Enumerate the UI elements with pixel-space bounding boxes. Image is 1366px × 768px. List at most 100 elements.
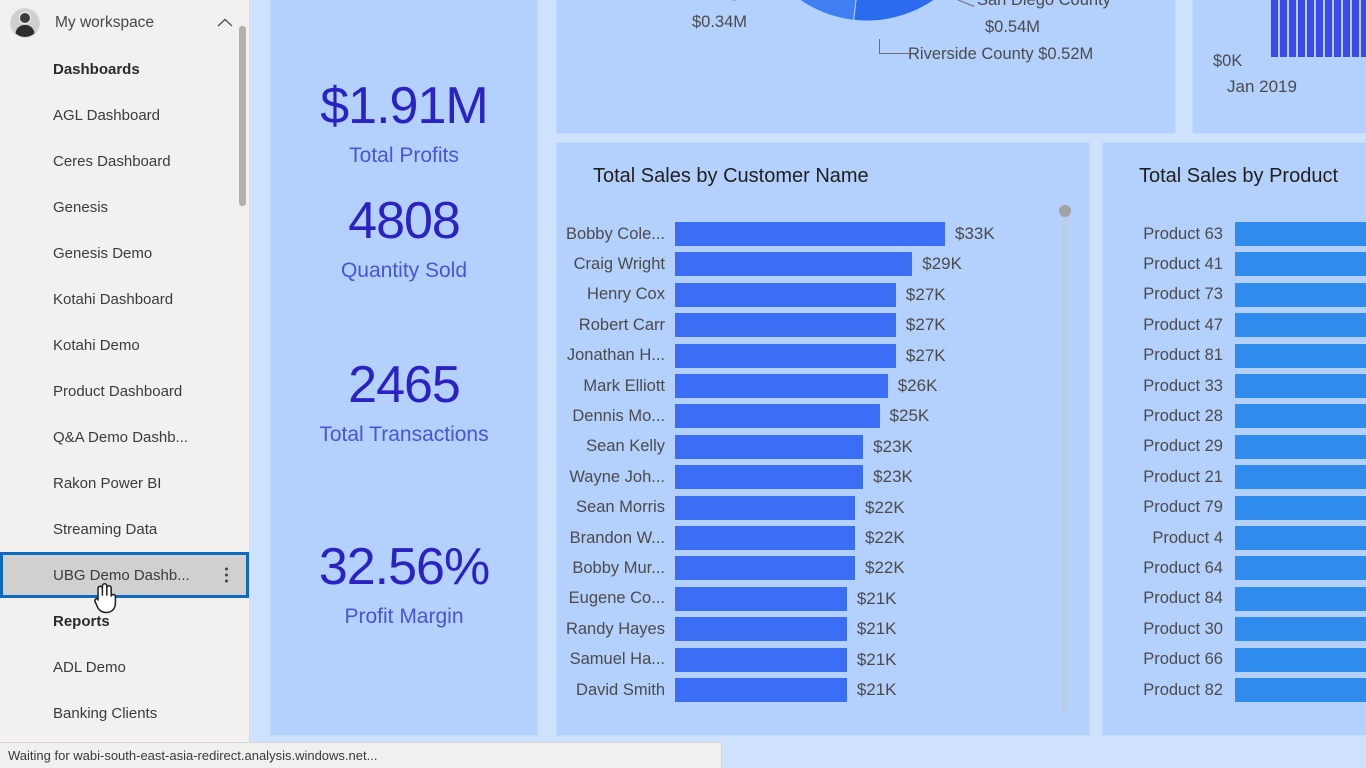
bar[interactable] <box>1235 282 1366 307</box>
bar[interactable] <box>1235 404 1366 429</box>
sidebar-item-genesis-demo[interactable]: Genesis Demo <box>0 230 249 276</box>
bar-row[interactable]: Henry Cox $27K <box>557 280 1089 310</box>
bar-row[interactable]: Sean Kelly $23K <box>557 432 1089 462</box>
bar[interactable] <box>675 282 896 307</box>
sales-over-time-tile[interactable]: $0K Jan 2019 <box>1192 0 1366 134</box>
bar-row[interactable]: Bobby Mur... $22K <box>557 553 1089 583</box>
sales-by-county-donut-tile[interactable]: $0.25M Santa Cl... $0.24M Ventura ... $0… <box>556 0 1176 134</box>
donut-slice[interactable] <box>770 0 859 21</box>
scrollbar-knob[interactable] <box>1059 205 1071 217</box>
bar-row[interactable]: Sean Morris $22K <box>557 493 1089 523</box>
bar-row[interactable]: Product 21 <box>1103 462 1366 492</box>
bar[interactable] <box>675 252 913 277</box>
donut-slice[interactable] <box>853 0 958 22</box>
column-bar[interactable] <box>1352 0 1359 57</box>
bar[interactable] <box>675 465 864 490</box>
bar[interactable] <box>675 374 888 398</box>
bar[interactable] <box>1235 465 1366 490</box>
kpi-tile[interactable]: $1.91M Total Profits 4808 Quantity Sold … <box>270 0 538 736</box>
bar[interactable] <box>1235 343 1366 368</box>
bar[interactable] <box>675 313 896 338</box>
bar-row[interactable]: Craig Wright $29K <box>557 249 1089 279</box>
sidebar-item-adl-demo[interactable]: ADL Demo <box>0 644 249 690</box>
column-bar[interactable] <box>1361 0 1366 57</box>
bar-row[interactable]: Eugene Co... $21K <box>557 584 1089 614</box>
sidebar-item-agl-dashboard[interactable]: AGL Dashboard <box>0 92 249 138</box>
bar-row[interactable]: Randy Hayes $21K <box>557 614 1089 644</box>
bar-row[interactable]: Product 81 <box>1103 341 1366 371</box>
bar[interactable] <box>1235 647 1366 672</box>
sidebar-item-rakon-power-bi[interactable]: Rakon Power BI <box>0 460 249 506</box>
bar-row[interactable]: Product 4 <box>1103 523 1366 553</box>
sidebar-item-kotahi-demo[interactable]: Kotahi Demo <box>0 322 249 368</box>
column-bar[interactable] <box>1280 0 1287 57</box>
column-bar[interactable] <box>1307 0 1314 57</box>
column-bar[interactable] <box>1343 0 1350 57</box>
bar[interactable] <box>1235 617 1366 642</box>
donut-chart[interactable] <box>707 0 1027 134</box>
bar[interactable] <box>675 404 880 429</box>
bar-row[interactable]: Product 47 <box>1103 310 1366 340</box>
column-bar[interactable] <box>1289 0 1296 57</box>
bar-row[interactable]: Product 30 <box>1103 614 1366 644</box>
column-bar[interactable] <box>1325 0 1332 57</box>
bar[interactable] <box>1235 495 1366 520</box>
bar-row[interactable]: Product 63 <box>1103 219 1366 249</box>
bar-row[interactable]: Product 29 <box>1103 432 1366 462</box>
sidebar-item-product-dashboard[interactable]: Product Dashboard <box>0 368 249 414</box>
bar-row[interactable]: Samuel Ha... $21K <box>557 645 1089 675</box>
bar-row[interactable]: Product 73 <box>1103 280 1366 310</box>
bar-row[interactable]: Dennis Mo... $25K <box>557 401 1089 431</box>
bar-row[interactable]: Mark Elliott $26K <box>557 371 1089 401</box>
bar[interactable] <box>675 678 847 702</box>
bar[interactable] <box>675 434 864 459</box>
bar[interactable] <box>675 647 847 672</box>
bar-row[interactable]: Product 66 <box>1103 645 1366 675</box>
bar-row[interactable]: Product 33 <box>1103 371 1366 401</box>
customer-chart-scrollbar[interactable] <box>1059 205 1071 713</box>
bar-row[interactable]: Jonathan H... $27K <box>557 341 1089 371</box>
column-chart-bars[interactable] <box>1271 0 1366 57</box>
sidebar-item-kotahi-dashboard[interactable]: Kotahi Dashboard <box>0 276 249 322</box>
total-sales-by-customer-tile[interactable]: Total Sales by Customer Name Bobby Cole.… <box>556 142 1090 736</box>
workspace-header[interactable]: My workspace <box>0 0 249 46</box>
bar-row[interactable]: Bobby Cole... $33K <box>557 219 1089 249</box>
bar[interactable] <box>1235 586 1366 611</box>
bar-row[interactable]: Product 82 <box>1103 675 1366 705</box>
bar-row[interactable]: Product 84 <box>1103 584 1366 614</box>
bar[interactable] <box>675 617 847 642</box>
bar-row[interactable]: David Smith $21K <box>557 675 1089 705</box>
bar[interactable] <box>1235 526 1366 550</box>
column-bar[interactable] <box>1298 0 1305 57</box>
bar[interactable] <box>1235 678 1366 702</box>
column-bar[interactable] <box>1316 0 1323 57</box>
sidebar-item-banking-clients[interactable]: Banking Clients <box>0 690 249 736</box>
bar[interactable] <box>1235 222 1366 246</box>
bar-row[interactable]: Product 41 <box>1103 249 1366 279</box>
bar-row[interactable]: Brandon W... $22K <box>557 523 1089 553</box>
bar[interactable] <box>675 343 896 368</box>
bar[interactable] <box>675 586 847 611</box>
sidebar-item-ubg-demo-dashb[interactable]: UBG Demo Dashb... <box>0 552 249 598</box>
sidebar-scrollbar[interactable] <box>239 26 246 206</box>
bar-row[interactable]: Wayne Joh... $23K <box>557 462 1089 492</box>
bar[interactable] <box>1235 434 1366 459</box>
total-sales-by-product-tile[interactable]: Total Sales by Product Product 63 Product… <box>1102 142 1366 736</box>
bar[interactable] <box>675 222 945 246</box>
column-bar[interactable] <box>1271 0 1278 57</box>
sidebar-item-genesis[interactable]: Genesis <box>0 184 249 230</box>
column-bar[interactable] <box>1334 0 1341 57</box>
bar[interactable] <box>1235 556 1366 581</box>
bar-row[interactable]: Product 79 <box>1103 493 1366 523</box>
bar-row[interactable]: Product 28 <box>1103 401 1366 431</box>
bar[interactable] <box>675 526 855 550</box>
more-options-icon[interactable] <box>225 567 228 583</box>
bar[interactable] <box>1235 313 1366 338</box>
bar-row[interactable]: Robert Carr $27K <box>557 310 1089 340</box>
bar-row[interactable]: Product 64 <box>1103 553 1366 583</box>
sidebar-item-ceres-dashboard[interactable]: Ceres Dashboard <box>0 138 249 184</box>
sidebar-item-q-a-demo-dashb[interactable]: Q&A Demo Dashb... <box>0 414 249 460</box>
bar[interactable] <box>675 495 855 520</box>
sidebar-item-streaming-data[interactable]: Streaming Data <box>0 506 249 552</box>
bar[interactable] <box>1235 374 1366 398</box>
